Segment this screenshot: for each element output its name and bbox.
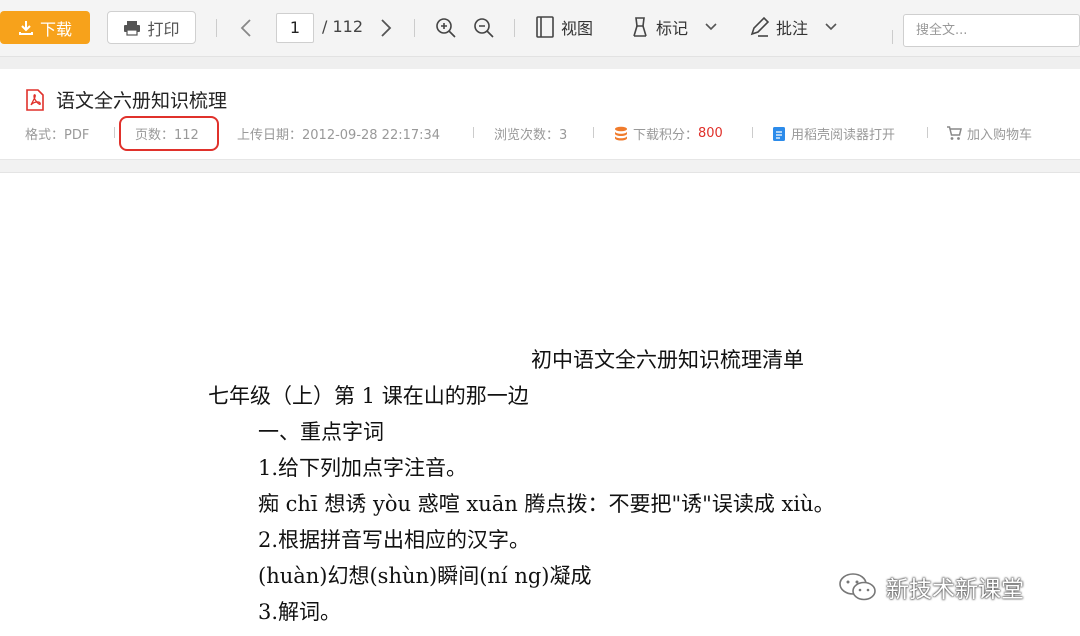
document-title: 语文全六册知识梳理 <box>24 86 227 113</box>
watermark-text: 新技术新课堂 <box>886 577 1024 603</box>
wechat-icon <box>839 573 876 601</box>
search-input[interactable]: 搜全文... <box>903 14 1080 47</box>
document-title-text: 语文全六册知识梳理 <box>56 90 228 112</box>
chevron-left-icon <box>240 19 251 37</box>
zoom-in-icon <box>436 18 456 38</box>
info-gap <box>0 160 1080 173</box>
page-count-highlight <box>119 116 219 151</box>
download-label: 下载 <box>39 19 72 39</box>
highlighter-icon <box>633 17 647 37</box>
view-button[interactable]: 视图 <box>535 15 593 39</box>
annotate-button[interactable]: 批注 <box>748 15 838 39</box>
download-button[interactable]: 下载 <box>0 11 90 44</box>
document-heading: 初中语文全六册知识梳理清单 <box>531 348 804 372</box>
print-button[interactable]: 打印 <box>107 11 196 44</box>
pen-icon <box>750 16 770 37</box>
mark-button[interactable]: 标记 <box>630 15 718 39</box>
open-with-label: 用稻壳阅读器打开 <box>791 128 896 143</box>
lesson-title: 七年级（上）第 1 课在山的那一边 <box>208 384 529 408</box>
annotate-label: 批注 <box>776 19 809 38</box>
view-label: 视图 <box>561 19 594 38</box>
question-1-answer: 痴 chī 想诱 yòu 惑喧 xuān 腾点拨：不要把"诱"误读成 xiù。 <box>258 492 835 516</box>
open-with-reader-link[interactable]: 用稻壳阅读器打开 <box>772 124 895 143</box>
mark-label: 标记 <box>656 19 689 38</box>
zoom-out-icon <box>474 18 494 38</box>
chevron-down-icon <box>705 23 717 31</box>
question-2: 2.根据拼音写出相应的汉字。 <box>258 528 531 552</box>
toolbar-divider <box>892 30 893 44</box>
download-points-info: 下载积分： 800 <box>614 124 723 143</box>
question-1: 1.给下列加点字注音。 <box>258 456 468 480</box>
document-page: 初中语文全六册知识梳理清单 七年级（上）第 1 课在山的那一边 一、重点字词 1… <box>0 173 1080 636</box>
next-page-button[interactable] <box>380 16 392 40</box>
add-cart-label: 加入购物车 <box>967 128 1033 143</box>
zoom-in-button[interactable] <box>435 16 457 40</box>
document-info-panel: 语文全六册知识梳理 格式：PDF 页数：112 上传日期：2012-09-28 … <box>0 69 1080 160</box>
page-total: / 112 <box>322 17 364 36</box>
toolbar-divider <box>414 19 415 37</box>
pdf-icon <box>26 88 44 111</box>
cart-icon <box>947 126 962 140</box>
view-icon <box>536 16 554 38</box>
points-label: 下载积分： <box>633 128 699 143</box>
chevron-down-icon <box>825 23 837 31</box>
coins-icon <box>615 126 627 140</box>
toolbar-divider <box>514 19 515 37</box>
meta-divider <box>114 127 115 138</box>
meta-divider <box>927 127 928 138</box>
print-label: 打印 <box>147 19 180 39</box>
page-number-input[interactable]: 1 <box>276 13 314 43</box>
points-value: 800 <box>698 126 723 141</box>
printer-icon <box>124 20 141 36</box>
view-count-info: 浏览次数：3 <box>494 128 568 143</box>
toolbar-divider <box>216 19 217 37</box>
watermark: 新技术新课堂 <box>838 570 1024 604</box>
chevron-right-icon <box>381 19 392 37</box>
upload-date-info: 上传日期：2012-09-28 22:17:34 <box>237 128 441 143</box>
question-2-answer: (huàn)幻想(shùn)瞬间(ní ng)凝成 <box>258 564 592 588</box>
meta-divider <box>752 127 753 138</box>
format-info: 格式：PDF <box>25 128 90 143</box>
zoom-out-button[interactable] <box>473 16 495 40</box>
toolbar: 下载 打印 1 / 112 视图 标记 批注 搜全文... <box>0 0 1080 57</box>
meta-divider <box>473 127 474 138</box>
section-title: 一、重点字词 <box>258 420 384 444</box>
question-3: 3.解词。 <box>258 600 342 624</box>
add-to-cart-link[interactable]: 加入购物车 <box>946 124 1032 143</box>
meta-divider <box>593 127 594 138</box>
prev-page-button[interactable] <box>240 16 252 40</box>
document-icon <box>773 126 785 141</box>
download-icon <box>18 20 33 35</box>
toolbar-gap <box>0 57 1080 69</box>
